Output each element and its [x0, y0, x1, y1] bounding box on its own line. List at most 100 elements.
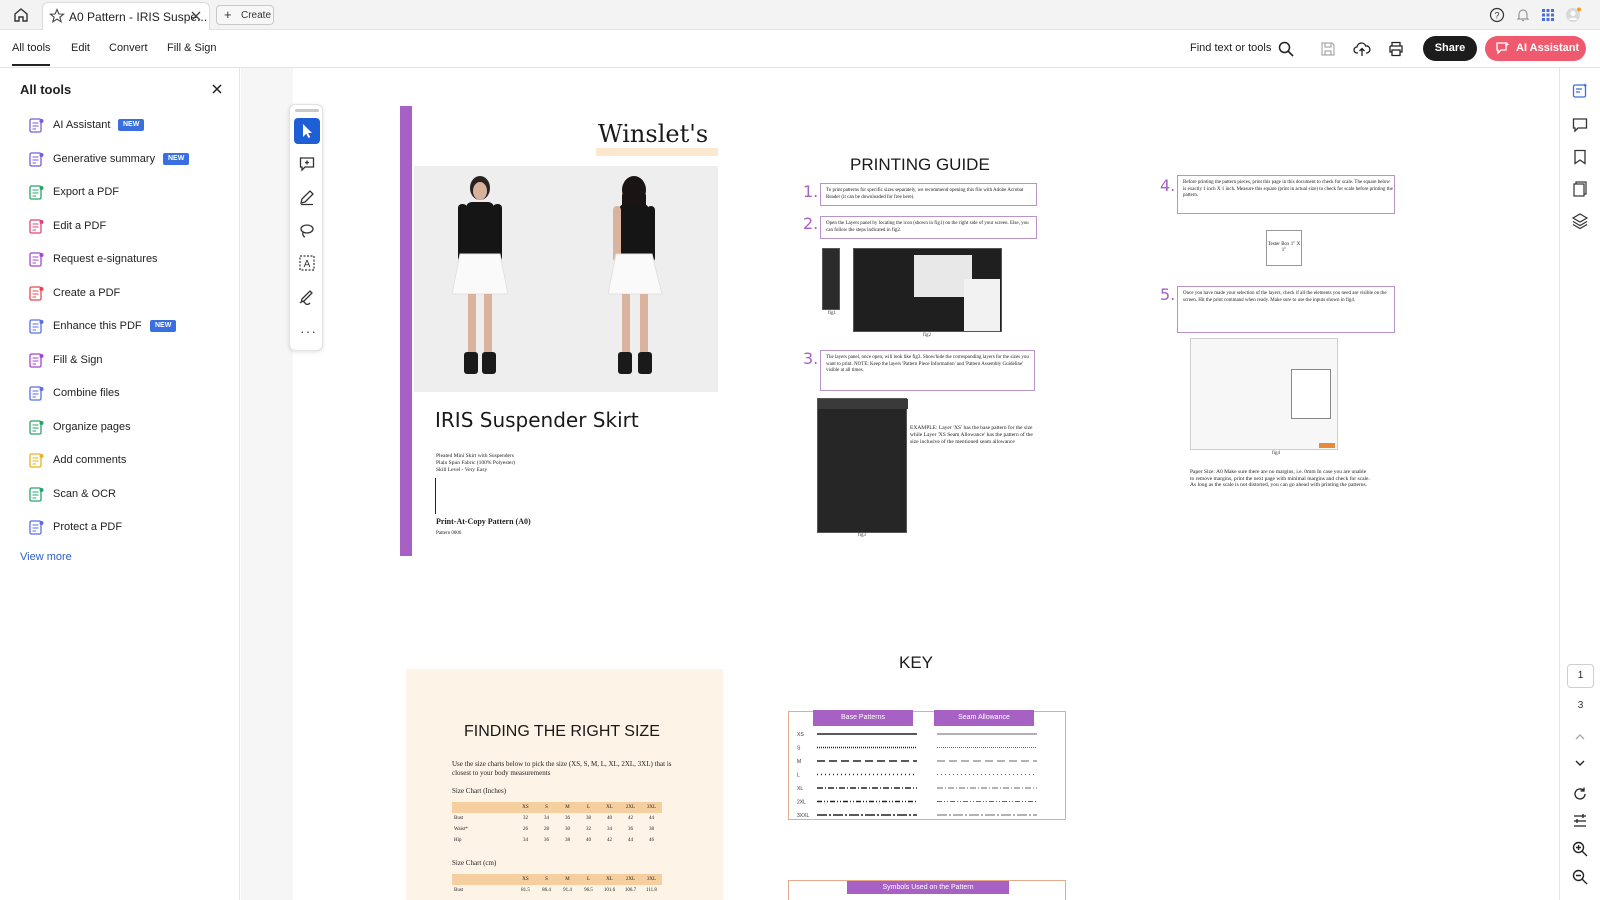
- key-size-label: XS: [797, 732, 804, 738]
- highlight-tool-button[interactable]: [294, 184, 320, 210]
- draw-tool-button[interactable]: [294, 217, 320, 243]
- desc-line: Plain Spun Fabric (100% Polyester): [436, 460, 516, 466]
- step-text: Open the Layers panel by locating the ic…: [826, 221, 1029, 233]
- tool-item[interactable]: Edit a PDF: [28, 217, 228, 237]
- step-number: 1.: [803, 182, 819, 201]
- save-icon[interactable]: [1319, 40, 1337, 58]
- tool-label: Create a PDF: [53, 286, 121, 299]
- refresh-icon[interactable]: [1571, 785, 1589, 803]
- tool-item[interactable]: Organize pages: [28, 418, 228, 438]
- tool-item[interactable]: Enhance this PDF NEW: [28, 317, 228, 337]
- table-cell: 91.4: [563, 888, 572, 893]
- menu-all-tools[interactable]: All tools: [12, 42, 51, 54]
- key-size-label: 2XL: [797, 800, 806, 806]
- scroll-mode-icon[interactable]: [1571, 812, 1589, 830]
- star-icon[interactable]: [49, 8, 65, 24]
- text-select-tool-button[interactable]: A: [294, 250, 320, 276]
- measurement-label: Hip: [454, 838, 462, 843]
- home-icon[interactable]: [12, 6, 30, 24]
- sign-tool-button[interactable]: [294, 283, 320, 309]
- table-cell: 42: [628, 816, 633, 821]
- size-header: 3XL: [641, 802, 662, 813]
- table-corner: [452, 874, 515, 885]
- zoom-in-icon[interactable]: [1571, 840, 1589, 858]
- share-button[interactable]: Share: [1423, 36, 1477, 61]
- ai-assistant-button[interactable]: AI Assistant: [1485, 36, 1586, 61]
- desc-line: Pleated Mini Skirt with Suspenders: [436, 453, 514, 459]
- menu-convert[interactable]: Convert: [109, 42, 148, 54]
- zoom-out-icon[interactable]: [1571, 868, 1589, 886]
- key-size-label: L: [797, 773, 800, 779]
- more-tools-icon[interactable]: ···: [300, 323, 317, 339]
- find-text-or-tools[interactable]: Find text or tools: [1190, 42, 1271, 54]
- fig-label: fig1: [828, 311, 837, 316]
- table-header-row: XS S M L XL 2XL 3XL: [452, 802, 662, 813]
- tool-item[interactable]: Fill & Sign: [28, 351, 228, 371]
- bookmarks-icon[interactable]: [1571, 148, 1589, 166]
- quick-tools-toolbar: A ···: [289, 104, 323, 351]
- step-text: Before printing the pattern pieces, prin…: [1183, 180, 1393, 198]
- desc-line: Skill Level - Very Easy: [436, 467, 488, 473]
- menu-bar: All tools Edit Convert Fill & Sign Find …: [0, 30, 1600, 68]
- tool-item[interactable]: Scan & OCR: [28, 485, 228, 505]
- tool-item[interactable]: Add comments: [28, 451, 228, 471]
- chevron-down-icon[interactable]: [1571, 754, 1589, 772]
- create-button[interactable]: + Create: [216, 5, 274, 25]
- table-cell: 111.8: [646, 888, 657, 893]
- layers-icon[interactable]: [1571, 212, 1589, 230]
- view-more-link[interactable]: View more: [20, 551, 72, 563]
- ai-panel-icon[interactable]: [1571, 82, 1589, 100]
- size-header: L: [578, 874, 599, 885]
- organize-pages-icon: [29, 419, 44, 435]
- print-icon[interactable]: [1387, 40, 1405, 58]
- size-chart-inches: XS S M L XL 2XL 3XL Bust 32 34 36 38 40 42 44 Waist* 26 2…: [452, 802, 662, 846]
- select-tool-button[interactable]: [294, 118, 320, 144]
- table-cell: 34: [544, 816, 549, 821]
- table-row: Hip 34 36 38 40 42 44 46: [452, 835, 662, 846]
- comments-panel-icon[interactable]: [1571, 116, 1589, 134]
- add-comment-tool-button[interactable]: [294, 151, 320, 177]
- pencil-icon: [300, 190, 314, 206]
- toolbar-grip[interactable]: [295, 109, 319, 112]
- menu-fill-sign[interactable]: Fill & Sign: [167, 42, 217, 54]
- key-size-label: XL: [797, 786, 803, 792]
- tool-item[interactable]: Create a PDF: [28, 284, 228, 304]
- pages-thumbnails-icon[interactable]: [1571, 180, 1589, 198]
- tool-item[interactable]: Request e-signatures: [28, 250, 228, 270]
- key-title: KEY: [899, 653, 934, 672]
- tool-item[interactable]: Protect a PDF: [28, 518, 228, 538]
- avatar[interactable]: [1565, 7, 1581, 23]
- add-comments-icon: [29, 453, 44, 468]
- search-icon[interactable]: [1277, 40, 1295, 58]
- fig2-screenshot: [853, 248, 1002, 332]
- close-tab-icon[interactable]: [189, 9, 203, 23]
- size-header: 2XL: [620, 874, 641, 885]
- tool-item[interactable]: Generative summary NEW: [28, 150, 228, 170]
- apps-grid-icon[interactable]: [1540, 7, 1556, 23]
- tool-item[interactable]: Combine files: [28, 384, 228, 404]
- tool-label: AI Assistant: [53, 119, 111, 131]
- panel-title: All tools: [20, 82, 72, 97]
- notification-bell-icon[interactable]: [1515, 7, 1531, 23]
- step-box: Before printing the pattern pieces, prin…: [1177, 175, 1395, 214]
- menu-edit[interactable]: Edit: [71, 42, 90, 54]
- size-guide-page: FINDING THE RIGHT SIZE Use the size char…: [406, 669, 723, 900]
- current-page-input[interactable]: 1: [1567, 664, 1594, 688]
- size-header: S: [536, 874, 557, 885]
- chart-caption: Size Chart (cm): [452, 859, 497, 867]
- close-panel-icon[interactable]: [211, 83, 223, 95]
- chevron-up-icon[interactable]: [1571, 728, 1589, 746]
- table-cell: 30: [565, 827, 570, 832]
- active-menu-indicator: [12, 64, 50, 66]
- pattern-number: Pattern 0006: [436, 531, 462, 536]
- tool-label: Export a PDF: [53, 186, 120, 198]
- purple-accent-bar: [400, 106, 412, 556]
- e-signature-icon: [29, 252, 44, 267]
- tool-item[interactable]: AI Assistant NEW: [28, 116, 228, 136]
- size-header: M: [557, 874, 578, 885]
- size-header: S: [536, 802, 557, 813]
- tool-item[interactable]: Export a PDF: [28, 183, 228, 203]
- upload-cloud-icon[interactable]: [1353, 40, 1371, 58]
- document-tab[interactable]: A0 Pattern - IRIS Suspe...: [42, 2, 210, 30]
- help-icon[interactable]: ?: [1489, 7, 1505, 23]
